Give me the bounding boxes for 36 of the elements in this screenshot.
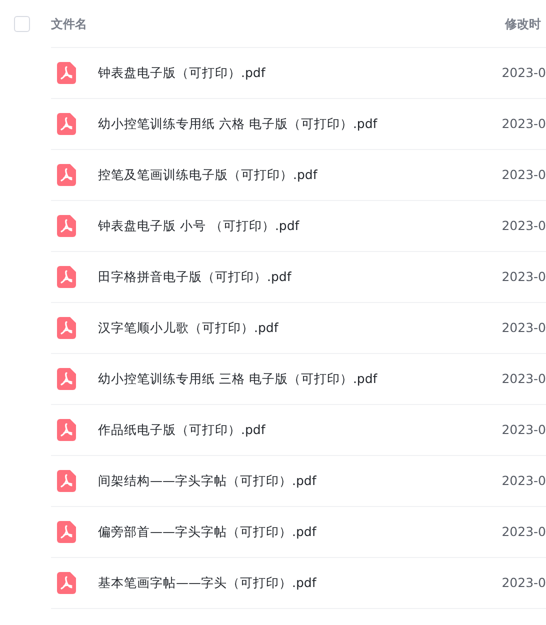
modified-date: 2023-0	[502, 472, 546, 490]
file-name[interactable]: 基本笔画字帖——字头（可打印）.pdf	[98, 574, 316, 592]
pdf-file-icon	[57, 317, 76, 339]
file-name[interactable]: 幼小控笔训练专用纸 六格 电子版（可打印）.pdf	[98, 114, 378, 134]
modified-date: 2023-0	[502, 166, 546, 184]
pdf-file-icon	[57, 113, 76, 135]
modified-date: 2023-0	[502, 216, 546, 235]
pdf-file-icon	[57, 470, 76, 492]
file-name[interactable]: 汉字笔顺小儿歌（可打印）.pdf	[98, 318, 278, 338]
pdf-file-icon	[57, 521, 76, 543]
file-name[interactable]: 幼小控笔训练专用纸 三格 电子版（可打印）.pdf	[98, 370, 378, 388]
file-name[interactable]: 偏旁部首——字头字帖（可打印）.pdf	[98, 522, 316, 542]
pdf-file-icon	[57, 215, 76, 237]
modified-date: 2023-0	[502, 574, 546, 592]
file-name[interactable]: 钟表盘电子版 小号 （可打印）.pdf	[98, 216, 300, 236]
select-all-checkbox[interactable]	[14, 16, 30, 32]
pdf-file-icon	[57, 62, 76, 84]
file-name[interactable]: 控笔及笔画训练电子版（可打印）.pdf	[98, 166, 318, 184]
file-name[interactable]: 钟表盘电子版（可打印）.pdf	[98, 64, 266, 82]
modified-date: 2023-0	[502, 318, 546, 337]
modified-date: 2023-0	[502, 420, 546, 439]
modified-date: 2023-0	[502, 268, 546, 286]
column-header[interactable]: 文件名	[51, 14, 505, 32]
modified-date: 2023-0	[502, 522, 546, 541]
pdf-file-icon	[57, 164, 76, 186]
modified-date: 2023-0	[502, 370, 546, 388]
file-name[interactable]: 田字格拼音电子版（可打印）.pdf	[98, 268, 292, 286]
pdf-file-icon	[57, 572, 76, 594]
file-name[interactable]: 作品纸电子版（可打印）.pdf	[98, 420, 266, 440]
pdf-file-icon	[57, 266, 76, 288]
pdf-file-icon	[57, 419, 76, 441]
column-header[interactable]: 修改时	[505, 14, 541, 32]
modified-date: 2023-0	[502, 114, 546, 133]
modified-date: 2023-0	[502, 64, 546, 82]
pdf-file-icon	[57, 368, 76, 390]
file-name[interactable]: 间架结构——字头字帖（可打印）.pdf	[98, 472, 316, 490]
